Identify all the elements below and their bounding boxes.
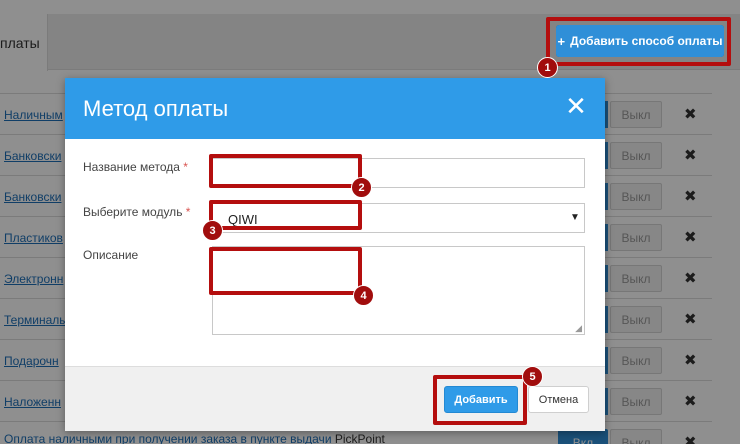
required-mark: * [183, 160, 188, 174]
method-name-label: Название метода * [83, 160, 188, 174]
modal-header: Метод оплаты ✕ [65, 78, 605, 139]
highlight-box-add-method [546, 17, 731, 66]
module-label: Выберите модуль * [83, 205, 190, 219]
step-badge-1: 1 [537, 57, 558, 78]
description-label: Описание [83, 248, 139, 262]
highlight-box-module [209, 200, 362, 230]
close-icon[interactable]: ✕ [564, 91, 588, 121]
resize-grip-icon[interactable]: ◢ [575, 324, 582, 333]
chevron-down-icon: ▼ [570, 212, 580, 223]
required-mark: * [185, 205, 191, 219]
step-badge-5: 5 [522, 366, 543, 387]
highlight-box-add-button [433, 375, 527, 425]
method-name-label-text: Название метода [83, 160, 180, 174]
modal-title: Метод оплаты [83, 96, 229, 121]
highlight-box-method-name [209, 154, 362, 188]
step-badge-4: 4 [353, 285, 374, 306]
step-badge-2: 2 [351, 177, 372, 198]
highlight-box-description [209, 247, 362, 295]
step-badge-3: 3 [202, 220, 223, 241]
cancel-button[interactable]: Отмена [528, 386, 589, 413]
module-label-text: Выберите модуль [83, 205, 183, 219]
